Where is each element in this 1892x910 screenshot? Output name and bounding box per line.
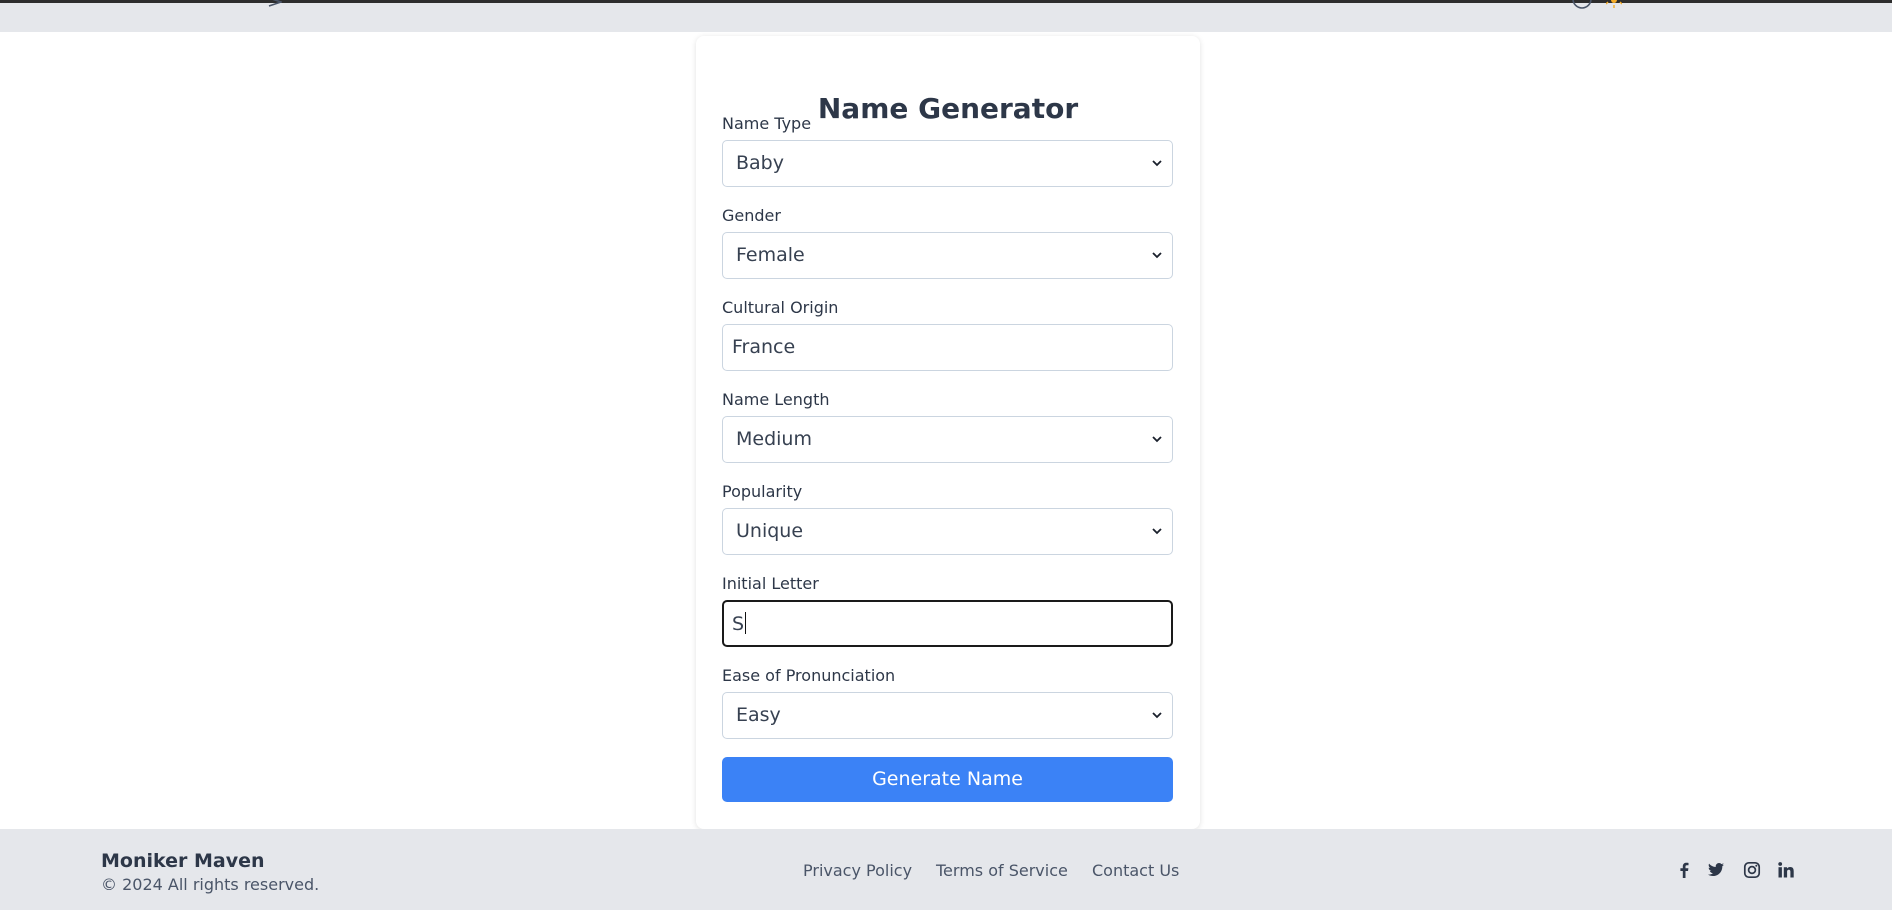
gender-value: Female <box>736 244 805 266</box>
twitter-icon[interactable] <box>1707 861 1725 879</box>
name-length-value: Medium <box>736 428 812 450</box>
cultural-origin-value: France <box>732 336 796 358</box>
instagram-icon[interactable] <box>1743 861 1761 879</box>
gender-label: Gender <box>722 206 781 225</box>
name-type-select[interactable]: Baby <box>722 140 1173 187</box>
cultural-origin-label: Cultural Origin <box>722 298 839 317</box>
name-type-value: Baby <box>736 152 784 174</box>
ease-of-pronunciation-value: Easy <box>736 704 781 726</box>
footer: Moniker Maven © 2024 All rights reserved… <box>0 829 1892 910</box>
name-length-select[interactable]: Medium <box>722 416 1173 463</box>
footer-copyright: © 2024 All rights reserved. <box>101 875 320 894</box>
name-type-label: Name Type <box>722 114 812 133</box>
chevron-down-icon <box>1152 712 1162 719</box>
popularity-select[interactable]: Unique <box>722 508 1173 555</box>
user-circle-icon[interactable] <box>1572 0 1592 11</box>
chevron-down-icon <box>1152 528 1162 535</box>
ease-of-pronunciation-select[interactable]: Easy <box>722 692 1173 739</box>
terms-of-service-link[interactable]: Terms of Service <box>936 861 1068 880</box>
send-icon[interactable] <box>268 0 282 7</box>
privacy-policy-link[interactable]: Privacy Policy <box>803 861 912 880</box>
top-header-bar <box>0 0 1892 32</box>
facebook-icon[interactable] <box>1675 861 1693 879</box>
cultural-origin-input[interactable]: France <box>722 324 1173 371</box>
linkedin-icon[interactable] <box>1777 861 1795 879</box>
chevron-down-icon <box>1152 436 1162 443</box>
popularity-value: Unique <box>736 520 804 542</box>
name-generator-card: Name Generator Name Type Baby Gender Fem… <box>696 36 1200 829</box>
gender-select[interactable]: Female <box>722 232 1173 279</box>
ease-of-pronunciation-label: Ease of Pronunciation <box>722 666 896 685</box>
contact-us-link[interactable]: Contact Us <box>1092 861 1179 880</box>
initial-letter-label: Initial Letter <box>722 574 819 593</box>
text-caret <box>745 612 747 634</box>
sun-icon[interactable] <box>1606 0 1622 9</box>
chevron-down-icon <box>1152 160 1162 167</box>
generate-name-button[interactable]: Generate Name <box>722 757 1173 802</box>
initial-letter-input[interactable]: S <box>722 600 1173 647</box>
footer-brand: Moniker Maven <box>101 850 265 872</box>
name-length-label: Name Length <box>722 390 830 409</box>
popularity-label: Popularity <box>722 482 803 501</box>
initial-letter-value: S <box>732 612 747 635</box>
chevron-down-icon <box>1152 252 1162 259</box>
